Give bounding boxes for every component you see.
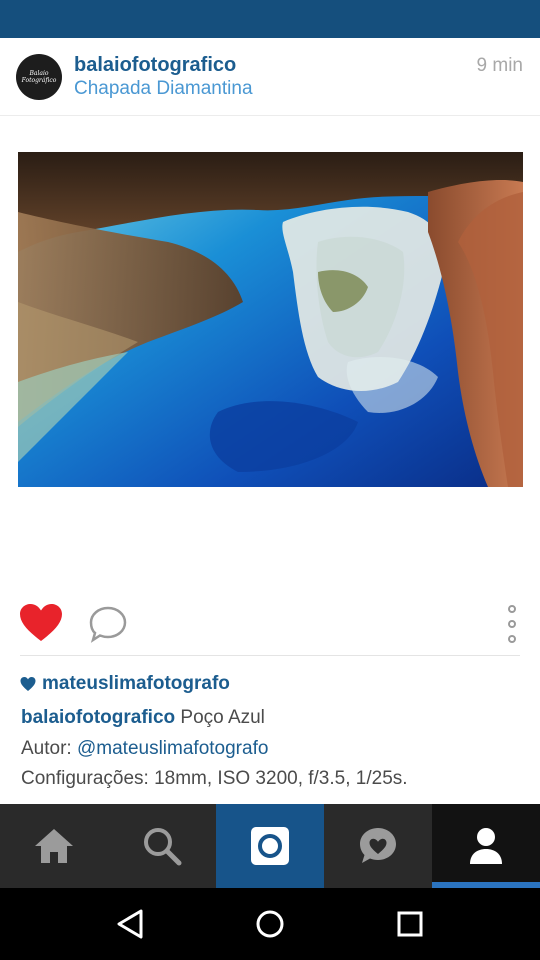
caption: balaiofotografico Poço Azul bbox=[21, 707, 265, 729]
comment-button[interactable] bbox=[87, 605, 129, 643]
square-recents-icon bbox=[397, 911, 423, 937]
vertical-dots-icon bbox=[508, 620, 516, 628]
camera-icon bbox=[251, 827, 289, 865]
cave-lake-photo bbox=[18, 152, 523, 487]
back-button[interactable] bbox=[100, 894, 160, 954]
like-button[interactable] bbox=[18, 603, 64, 643]
tab-home[interactable] bbox=[0, 804, 108, 888]
home-icon bbox=[35, 829, 73, 863]
tab-activity[interactable] bbox=[324, 804, 432, 888]
bottom-tab-bar bbox=[0, 804, 540, 888]
avatar[interactable]: Balaio Fotográfico bbox=[16, 54, 62, 100]
small-heart-icon bbox=[20, 677, 36, 691]
author-label: Autor: bbox=[21, 738, 77, 759]
more-options-button[interactable] bbox=[498, 603, 526, 645]
tab-camera[interactable] bbox=[216, 804, 324, 888]
search-icon bbox=[144, 828, 182, 866]
post-timestamp: 9 min bbox=[476, 55, 523, 76]
vertical-dots-icon bbox=[508, 605, 516, 613]
tab-profile[interactable] bbox=[432, 804, 540, 888]
post-username[interactable]: balaiofotografico bbox=[74, 54, 236, 77]
post-photo[interactable] bbox=[18, 152, 523, 487]
caption-settings-line: Configurações: 18mm, ISO 3200, f/3.5, 1/… bbox=[21, 768, 408, 789]
author-mention[interactable]: @mateuslimafotografo bbox=[77, 738, 268, 759]
back-triangle-icon bbox=[117, 909, 143, 939]
system-home-button[interactable] bbox=[240, 894, 300, 954]
post-actions bbox=[0, 598, 540, 654]
post-header: Balaio Fotográfico balaiofotografico Cha… bbox=[0, 38, 540, 116]
vertical-dots-icon bbox=[508, 635, 516, 643]
heart-icon bbox=[20, 604, 62, 641]
caption-author-line: Autor: @mateuslimafotografo bbox=[21, 738, 268, 760]
circle-home-icon bbox=[256, 910, 284, 938]
status-bar bbox=[0, 0, 540, 38]
avatar-logo-text: Balaio Fotográfico bbox=[21, 70, 57, 84]
liked-by-user[interactable]: mateuslimafotografo bbox=[42, 673, 230, 695]
speech-bubble-icon bbox=[89, 606, 127, 643]
person-icon bbox=[470, 828, 502, 864]
likes-row: mateuslimafotografo bbox=[20, 672, 230, 696]
heart-bubble-icon bbox=[360, 828, 396, 863]
caption-text: Poço Azul bbox=[175, 707, 265, 728]
post-location[interactable]: Chapada Diamantina bbox=[74, 78, 253, 100]
divider bbox=[20, 655, 520, 656]
caption-username[interactable]: balaiofotografico bbox=[21, 707, 175, 728]
tab-search[interactable] bbox=[108, 804, 216, 888]
recents-button[interactable] bbox=[380, 894, 440, 954]
android-nav-bar bbox=[0, 888, 540, 960]
